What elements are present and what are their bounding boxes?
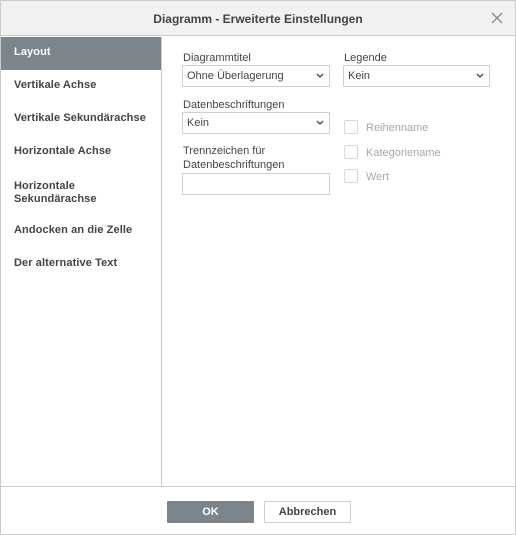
dialog-titlebar: Diagramm - Erweiterte Einstellungen — [1, 1, 515, 36]
chart-title-value: Ohne Überlagerung — [187, 70, 284, 82]
value-checkbox[interactable] — [344, 169, 358, 183]
chevron-down-icon — [316, 73, 324, 78]
sidebar-item-label-line1: Horizontale — [14, 180, 75, 192]
sidebar-item-horizontal-secondary-axis[interactable]: Horizontale Sekundärachse — [1, 169, 161, 215]
legend-value: Kein — [348, 70, 371, 82]
data-labels-value: Kein — [187, 117, 210, 129]
chevron-down-icon — [476, 73, 484, 78]
sidebar-item-vertical-secondary-axis[interactable]: Vertikale Sekundärachse — [1, 103, 161, 136]
separator-label-line1: Trennzeichen für — [183, 145, 266, 157]
sidebar-item-label: Andocken an die Zelle — [14, 224, 133, 236]
dialog-footer: OK Abbrechen — [1, 486, 515, 534]
legend-label: Legende — [344, 52, 387, 64]
sidebar-item-label: Vertikale Sekundärachse — [14, 112, 146, 124]
settings-sidebar: Layout Vertikale Achse Vertikale Sekundä… — [1, 37, 162, 486]
sidebar-item-label: Layout — [14, 46, 51, 58]
chart-title-select[interactable]: Ohne Überlagerung — [182, 65, 330, 87]
sidebar-item-layout[interactable]: Layout — [1, 37, 161, 70]
sidebar-item-label: Vertikale Achse — [14, 79, 97, 91]
layout-panel: Diagrammtitel Ohne Überlagerung Legende … — [163, 37, 515, 486]
close-icon[interactable] — [489, 10, 505, 26]
chart-title-label: Diagrammtitel — [183, 52, 251, 64]
cancel-button[interactable]: Abbrechen — [264, 501, 351, 523]
category-name-label: Kategoriename — [366, 147, 441, 159]
data-labels-label: Datenbeschriftungen — [183, 99, 285, 111]
sidebar-item-alt-text[interactable]: Der alternative Text — [1, 248, 161, 281]
dialog-title: Diagramm - Erweiterte Einstellungen — [153, 12, 363, 26]
sidebar-item-vertical-axis[interactable]: Vertikale Achse — [1, 70, 161, 103]
sidebar-item-label: Horizontale Achse — [14, 145, 112, 157]
value-label: Wert — [366, 171, 390, 183]
sidebar-item-cell-snapping[interactable]: Andocken an die Zelle — [1, 215, 161, 248]
chart-advanced-settings-dialog: Diagramm - Erweiterte Einstellungen Layo… — [0, 0, 516, 535]
sidebar-item-label-line2: Sekundärachse — [14, 193, 97, 205]
category-name-checkbox[interactable] — [344, 145, 358, 159]
series-name-label: Reihenname — [366, 122, 429, 134]
sidebar-item-horizontal-axis[interactable]: Horizontale Achse — [1, 136, 161, 169]
sidebar-item-label: Der alternative Text — [14, 257, 118, 269]
separator-input[interactable] — [182, 173, 330, 195]
series-name-checkbox[interactable] — [344, 120, 358, 134]
ok-button[interactable]: OK — [167, 501, 254, 523]
chevron-down-icon — [316, 120, 324, 125]
separator-label-line2: Datenbeschriftungen — [183, 159, 285, 171]
legend-select[interactable]: Kein — [343, 65, 490, 87]
data-labels-select[interactable]: Kein — [182, 112, 330, 134]
